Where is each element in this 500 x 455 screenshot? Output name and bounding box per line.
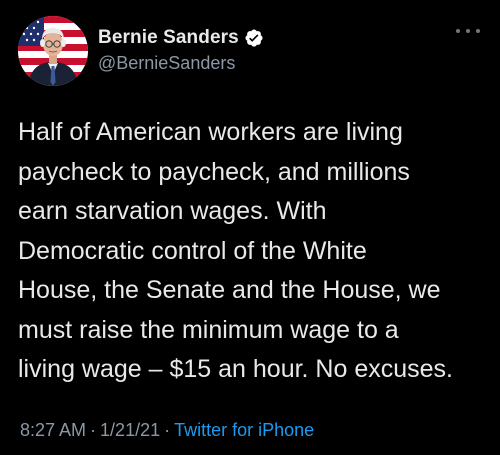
avatar-image [18,16,88,86]
author-display-name[interactable]: Bernie Sanders [98,27,239,49]
verified-badge-icon [244,28,264,48]
author-handle[interactable]: @BernieSanders [98,53,264,74]
tweet-header: Bernie Sanders @BernieSanders [18,16,482,86]
more-dot [476,29,480,33]
tweet-card: Bernie Sanders @BernieSanders Half of Am… [0,0,500,455]
meta-separator: · [164,420,171,440]
author-names: Bernie Sanders @BernieSanders [98,26,264,74]
more-dot [456,29,460,33]
tweet-source-link[interactable]: Twitter for iPhone [174,420,314,441]
tweet-time[interactable]: 8:27 AM [20,420,86,441]
more-dot [466,29,470,33]
more-options-icon[interactable] [456,24,480,38]
tweet-meta: 8:27 AM · 1/21/21 · Twitter for iPhone [20,420,314,441]
meta-separator: · [90,420,97,440]
tweet-text: Half of American workers are living payc… [18,118,453,383]
tweet-date[interactable]: 1/21/21 [100,420,160,441]
avatar[interactable] [18,16,88,86]
display-name-row: Bernie Sanders [98,26,264,50]
